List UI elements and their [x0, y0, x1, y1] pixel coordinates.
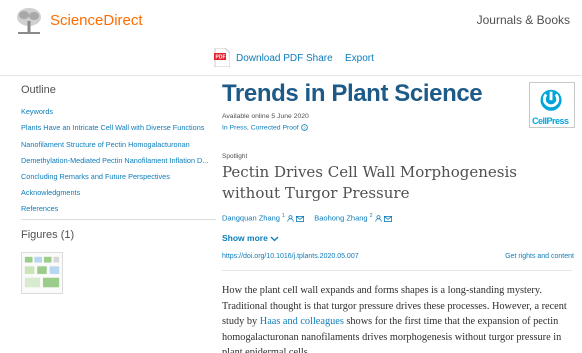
- author-affiliation[interactable]: 1: [282, 213, 285, 219]
- chevron-down-icon[interactable]: [270, 236, 279, 242]
- show-more-label[interactable]: Show more: [222, 233, 268, 243]
- journals-books-link[interactable]: Journals & Books: [477, 13, 570, 27]
- haas-colleagues-link[interactable]: Haas and colleagues: [260, 316, 344, 327]
- get-rights-link[interactable]: Get rights and content: [505, 253, 574, 260]
- abstract-text: How the plant cell wall expands and form…: [222, 283, 574, 353]
- outline-item-references[interactable]: References: [21, 204, 221, 213]
- header-divider: [0, 75, 582, 76]
- outline-item-nanofilament[interactable]: Nanofilament Structure of Pectin Homogal…: [21, 140, 221, 149]
- article-type-label: Spotlight: [222, 153, 248, 160]
- journal-title[interactable]: Trends in Plant Science: [222, 80, 483, 108]
- cellpress-logo[interactable]: CellPress: [529, 82, 575, 128]
- figure-thumbnail[interactable]: [21, 252, 63, 294]
- figures-title: Figures (1): [21, 229, 75, 241]
- top-header: ScienceDirect Journals & Books: [0, 0, 582, 42]
- sidebar-divider: [21, 219, 216, 220]
- cellpress-label: CellPress: [532, 116, 569, 126]
- export-button[interactable]: Export: [345, 53, 374, 64]
- author-name[interactable]: Dangquan Zhang: [222, 214, 280, 223]
- author-list: Dangquan Zhang 1 Baohong Zhang 2: [222, 213, 392, 223]
- article-divider: [222, 270, 572, 271]
- help-icon[interactable]: ?: [300, 124, 308, 131]
- svg-text:?: ?: [303, 125, 306, 130]
- sciencedirect-brand[interactable]: ScienceDirect: [50, 12, 143, 29]
- email-icon[interactable]: [296, 215, 305, 222]
- outline-title: Outline: [21, 84, 56, 96]
- author-affiliation[interactable]: 2: [370, 213, 373, 219]
- pdf-icon[interactable]: PDF: [214, 48, 230, 67]
- outline-item-acknowledgments[interactable]: Acknowledgments: [21, 188, 221, 197]
- doi-link[interactable]: https://doi.org/10.1016/j.tplants.2020.0…: [222, 253, 359, 260]
- show-more-button[interactable]: Show more: [222, 233, 279, 243]
- in-press-status[interactable]: In Press, Corrected Proof ?: [222, 124, 308, 131]
- available-online-date: Available online 5 June 2020: [222, 113, 309, 120]
- svg-text:PDF: PDF: [216, 55, 226, 61]
- in-press-label[interactable]: In Press, Corrected Proof: [222, 124, 299, 131]
- article-toolbar: PDF Download PDF Share Export: [0, 46, 582, 70]
- outline-item-keywords[interactable]: Keywords: [21, 107, 221, 116]
- person-icon[interactable]: [374, 215, 382, 222]
- outline-item-concluding[interactable]: Concluding Remarks and Future Perspectiv…: [21, 172, 221, 181]
- download-pdf-button[interactable]: Download PDF: [236, 53, 303, 64]
- person-icon[interactable]: [287, 215, 294, 222]
- elsevier-tree-logo-icon[interactable]: [14, 6, 44, 36]
- outline-item-demethylation[interactable]: Demethylation-Mediated Pectin Nanofilame…: [21, 156, 221, 165]
- author-name[interactable]: Baohong Zhang: [314, 214, 367, 223]
- article-title: Pectin Drives Cell Wall Morphogenesis wi…: [222, 163, 517, 202]
- email-icon[interactable]: [383, 215, 392, 222]
- share-button[interactable]: Share: [306, 53, 333, 64]
- outline-item-cell-wall[interactable]: Plants Have an Intricate Cell Wall with …: [21, 123, 221, 132]
